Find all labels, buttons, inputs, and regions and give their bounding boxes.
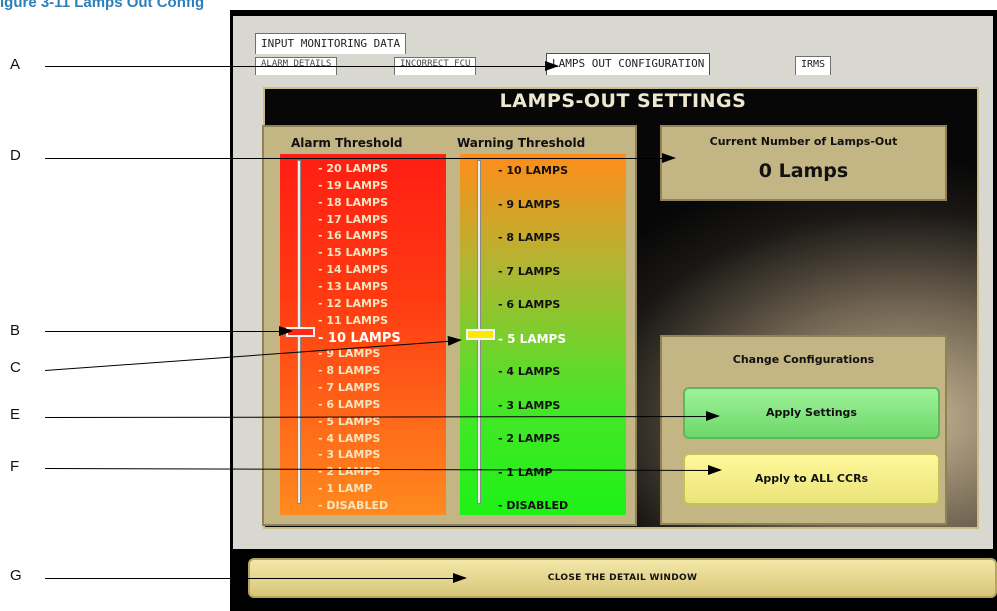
alarm-level[interactable]: - DISABLED: [318, 500, 388, 511]
alarm-level[interactable]: - 4 LAMPS: [318, 433, 380, 444]
callout-arrow: [45, 61, 559, 71]
warning-threshold-header: Warning Threshold: [457, 136, 586, 150]
panel-title: LAMPS-OUT SETTINGS: [499, 90, 747, 112]
alarm-level[interactable]: - 13 LAMPS: [318, 281, 388, 292]
alarm-level[interactable]: - 18 LAMPS: [318, 197, 388, 208]
alarm-level[interactable]: - 19 LAMPS: [318, 180, 388, 191]
alarm-threshold-header: Alarm Threshold: [291, 136, 403, 150]
current-lamps-out-value: 0 Lamps: [758, 160, 849, 182]
alarm-level[interactable]: - 3 LAMPS: [318, 449, 380, 460]
alarm-level[interactable]: - 17 LAMPS: [318, 214, 388, 225]
current-lamps-out-label: Current Number of Lamps-Out: [709, 135, 898, 148]
callout-arrow: [45, 153, 676, 163]
warning-level[interactable]: - 3 LAMPS: [498, 400, 560, 411]
arrowhead-icon: [705, 410, 721, 422]
callout-label: A: [10, 56, 21, 73]
alarm-level[interactable]: - 11 LAMPS: [318, 315, 388, 326]
change-configurations-label: Change Configurations: [732, 353, 875, 366]
warning-level[interactable]: - 9 LAMPS: [498, 199, 560, 210]
tab-lamps-out-configuration[interactable]: LAMPS OUT CONFIGURATION: [546, 53, 711, 75]
callout-label: C: [10, 359, 21, 376]
warning-level[interactable]: - 4 LAMPS: [498, 366, 560, 377]
alarm-level[interactable]: - 12 LAMPS: [318, 298, 388, 309]
warning-level[interactable]: - 7 LAMPS: [498, 266, 560, 277]
figure-title: igure 3-11 Lamps Out Config: [0, 0, 205, 11]
warning-level[interactable]: - 6 LAMPS: [498, 299, 560, 310]
alarm-level[interactable]: - 16 LAMPS: [318, 230, 388, 241]
tab-input-monitoring-data[interactable]: INPUT MONITORING DATA: [255, 33, 407, 54]
tab-irms[interactable]: IRMS: [795, 56, 832, 75]
warning-level[interactable]: - 5 LAMPS: [498, 333, 566, 345]
alarm-level[interactable]: - 6 LAMPS: [318, 399, 380, 410]
arrowhead-icon: [453, 573, 467, 583]
alarm-level[interactable]: - 15 LAMPS: [318, 247, 388, 258]
warning-level[interactable]: - DISABLED: [498, 500, 568, 511]
apply-to-all-ccrs-button[interactable]: Apply to ALL CCRs: [683, 453, 940, 505]
warning-level[interactable]: - 2 LAMPS: [498, 433, 560, 444]
apply-settings-button[interactable]: Apply Settings: [683, 387, 940, 439]
warning-level[interactable]: - 1 LAMP: [498, 467, 552, 478]
callout-label: F: [10, 458, 20, 475]
alarm-level[interactable]: - 10 LAMPS: [318, 332, 401, 345]
warning-slider-thumb[interactable]: [466, 329, 495, 340]
alarm-level[interactable]: - 20 LAMPS: [318, 163, 388, 174]
alarm-level[interactable]: - 1 LAMP: [318, 483, 372, 494]
warning-level[interactable]: - 10 LAMPS: [498, 165, 568, 176]
arrowhead-icon: [662, 153, 676, 163]
callout-label: B: [10, 322, 21, 339]
arrowhead-icon: [545, 61, 559, 71]
callout-label: E: [10, 406, 21, 423]
callout-label: G: [10, 567, 22, 584]
warning-level[interactable]: - 8 LAMPS: [498, 232, 560, 243]
alarm-level[interactable]: - 14 LAMPS: [318, 264, 388, 275]
alarm-level[interactable]: - 7 LAMPS: [318, 382, 380, 393]
callout-arrow: [45, 326, 293, 336]
current-lamps-out-box: Current Number of Lamps-Out 0 Lamps: [660, 125, 947, 201]
callout-label: D: [10, 147, 21, 164]
arrowhead-icon: [707, 464, 723, 476]
callout-arrow: [45, 573, 467, 583]
alarm-level[interactable]: - 8 LAMPS: [318, 365, 380, 376]
arrowhead-icon: [447, 334, 463, 346]
arrowhead-icon: [279, 326, 293, 336]
